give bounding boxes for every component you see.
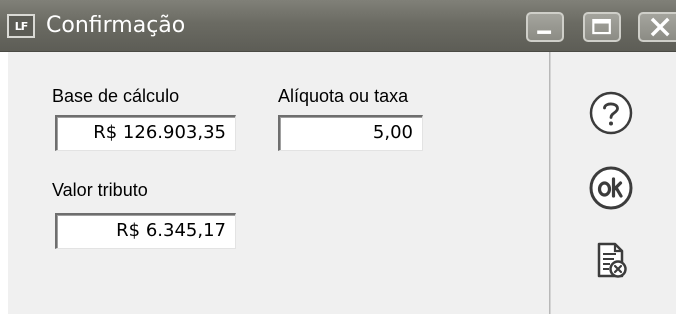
title-bar[interactable]: LF Confirmação [0,0,676,52]
valor-tributo-label: Valor tributo [52,180,148,200]
close-icon [650,17,670,37]
minimize-icon [537,30,552,34]
valor-tributo-field[interactable]: R$ 6.345,17 [55,213,236,249]
close-button[interactable] [638,12,676,42]
help-icon [589,91,633,135]
window-frame-bottom [0,314,676,322]
aliquota-field[interactable]: 5,00 [278,115,423,151]
cancel-document-icon [597,242,627,278]
window-frame-left [0,52,8,314]
aliquota-label: Alíquota ou taxa [278,86,409,106]
base-calculo-field[interactable]: R$ 126.903,35 [55,115,236,151]
action-sidebar [551,52,676,314]
cancel-button[interactable] [587,236,635,284]
minimize-button[interactable] [526,12,564,42]
maximize-button[interactable] [583,12,621,42]
window-title: Confirmação [46,13,186,38]
app-logo-icon: LF [7,14,35,38]
ok-icon [589,166,633,210]
form-panel: Base de cálculo R$ 126.903,35 Alíquota o… [8,52,549,314]
confirmation-window: LF Confirmação Base de cálculo R$ 126.90… [0,0,676,322]
maximize-icon [592,18,611,35]
help-button[interactable] [587,89,635,137]
base-calculo-label: Base de cálculo [52,86,180,106]
ok-button[interactable] [587,164,635,212]
